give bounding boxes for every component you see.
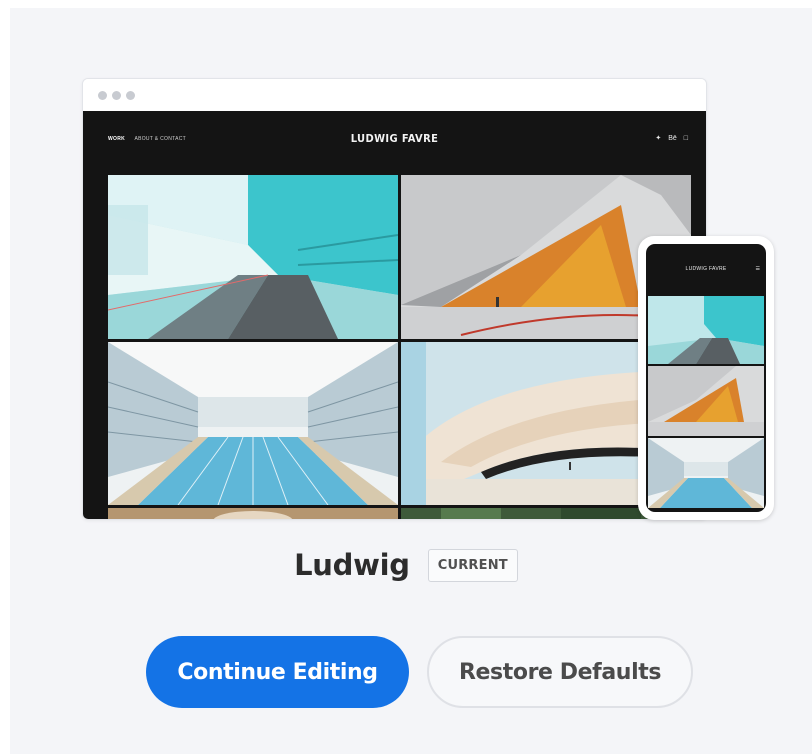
theme-card: WORK ABOUT & CONTACT LUDWIG FAVRE ✦ Bē □ xyxy=(10,8,812,754)
window-dot-icon xyxy=(98,91,107,100)
mobile-preview: LUDWIG FAVRE ☰ xyxy=(638,236,774,520)
hamburger-menu-icon: ☰ xyxy=(755,266,760,272)
gallery-photo xyxy=(108,175,398,339)
social-links: ✦ Bē □ xyxy=(655,135,688,143)
window-dot-icon xyxy=(112,91,121,100)
mobile-gallery-photo xyxy=(648,366,764,436)
gallery-photo xyxy=(108,508,398,519)
gallery-photo xyxy=(108,342,398,505)
site-title: LUDWIG FAVRE xyxy=(350,132,439,145)
browser-chrome xyxy=(83,79,706,111)
mobile-site-preview: LUDWIG FAVRE ☰ xyxy=(646,244,766,512)
twitter-icon: ✦ xyxy=(655,135,662,142)
mobile-gallery-photo xyxy=(648,296,764,364)
window-dot-icon xyxy=(126,91,135,100)
instagram-icon: □ xyxy=(683,135,688,142)
mobile-site-title: LUDWIG FAVRE xyxy=(685,266,727,272)
current-badge: CURRENT xyxy=(427,548,518,582)
behance-icon: Bē xyxy=(668,135,677,142)
restore-defaults-button[interactable]: Restore Defaults xyxy=(427,636,693,708)
site-preview: WORK ABOUT & CONTACT LUDWIG FAVRE ✦ Bē □ xyxy=(83,111,706,519)
theme-name: Ludwig xyxy=(294,548,410,582)
desktop-preview: WORK ABOUT & CONTACT LUDWIG FAVRE ✦ Bē □ xyxy=(82,78,707,520)
theme-title-row: Ludwig CURRENT xyxy=(0,548,812,582)
mobile-gallery-photo xyxy=(648,438,764,508)
continue-editing-button[interactable]: Continue Editing xyxy=(146,636,409,708)
